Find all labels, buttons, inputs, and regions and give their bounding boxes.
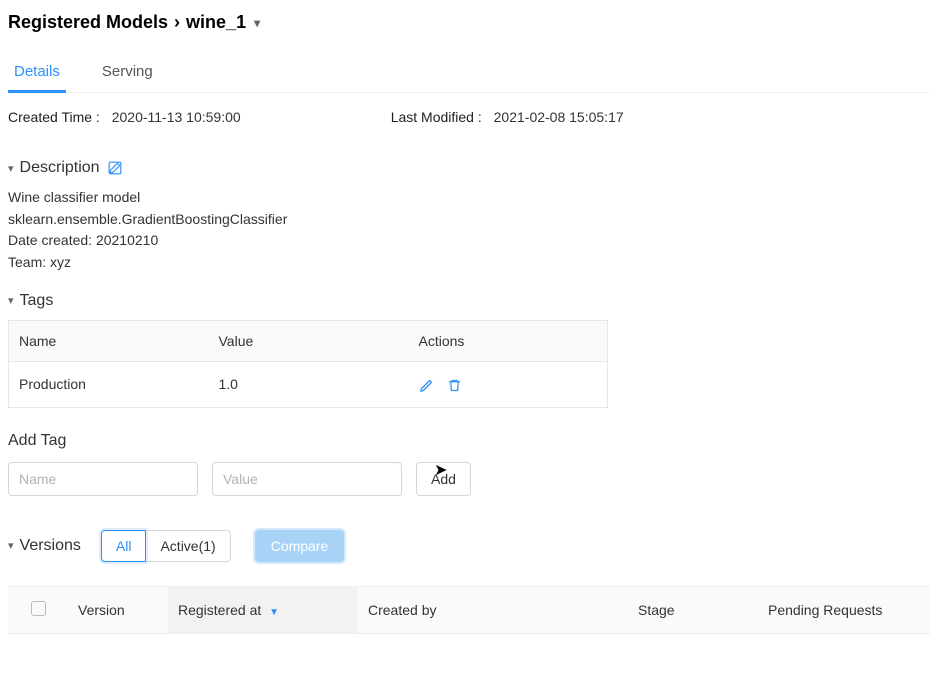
tag-value: 1.0 (209, 361, 409, 407)
delete-tag-icon[interactable] (447, 378, 462, 393)
versions-col-checkbox (8, 586, 68, 633)
tags-col-name: Name (9, 320, 209, 361)
caret-down-icon: ▾ (8, 539, 14, 552)
tag-name-input[interactable] (8, 462, 198, 496)
meta-row: Created Time : 2020-11-13 10:59:00 Last … (8, 93, 930, 141)
versions-table: Version Registered at ▼ Created by Stage… (8, 586, 930, 634)
description-body: Wine classifier model sklearn.ensemble.G… (8, 187, 930, 274)
tags-header[interactable]: ▾ Tags (8, 292, 930, 310)
versions-col-version[interactable]: Version (68, 586, 168, 633)
caret-down-icon: ▾ (8, 294, 14, 307)
col-label: Registered at (178, 602, 261, 618)
select-all-checkbox[interactable] (31, 601, 46, 616)
caret-down-icon[interactable]: ▾ (254, 16, 260, 30)
description-header[interactable]: ▾ Description (8, 159, 930, 177)
add-tag-heading: Add Tag (8, 432, 930, 450)
compare-button[interactable]: Compare (255, 530, 345, 562)
last-modified-label: Last Modified : (391, 109, 482, 125)
tabs: Details Serving (8, 53, 930, 93)
tags-row: Production 1.0 (9, 361, 608, 407)
filter-active[interactable]: Active(1) (146, 530, 230, 562)
versions-col-pending[interactable]: Pending Requests (758, 586, 930, 633)
created-time: Created Time : 2020-11-13 10:59:00 (8, 109, 241, 125)
tags-col-value: Value (209, 320, 409, 361)
description-heading: Description (20, 159, 100, 177)
versions-col-stage[interactable]: Stage (628, 586, 758, 633)
tag-value-input[interactable] (212, 462, 402, 496)
filter-all[interactable]: All (101, 530, 147, 562)
created-time-value: 2020-11-13 10:59:00 (112, 109, 241, 125)
versions-filter: All Active(1) (101, 530, 231, 562)
tag-name: Production (9, 361, 209, 407)
chevron-right-icon: › (174, 12, 180, 33)
tab-details[interactable]: Details (8, 53, 66, 93)
tab-serving[interactable]: Serving (96, 53, 159, 92)
created-time-label: Created Time : (8, 109, 100, 125)
tags-heading: Tags (20, 292, 54, 310)
versions-heading: Versions (20, 537, 81, 555)
breadcrumb-current[interactable]: wine_1 (186, 12, 246, 33)
edit-description-icon[interactable] (108, 161, 122, 175)
add-tag-row: Add (8, 462, 930, 496)
caret-down-icon: ▾ (8, 162, 14, 175)
versions-header: ▾ Versions All Active(1) Compare (8, 530, 930, 562)
edit-tag-icon[interactable] (419, 378, 434, 393)
breadcrumb: Registered Models › wine_1 ▾ (8, 8, 930, 45)
versions-col-created-by[interactable]: Created by (358, 586, 628, 633)
last-modified: Last Modified : 2021-02-08 15:05:17 (391, 109, 624, 125)
versions-col-registered-at[interactable]: Registered at ▼ (168, 586, 358, 633)
breadcrumb-root[interactable]: Registered Models (8, 12, 168, 33)
add-tag-button[interactable]: Add (416, 462, 471, 496)
tags-table: Name Value Actions Production 1.0 (8, 320, 608, 408)
last-modified-value: 2021-02-08 15:05:17 (494, 109, 624, 125)
tags-col-actions: Actions (409, 320, 608, 361)
sort-desc-icon: ▼ (269, 607, 279, 618)
